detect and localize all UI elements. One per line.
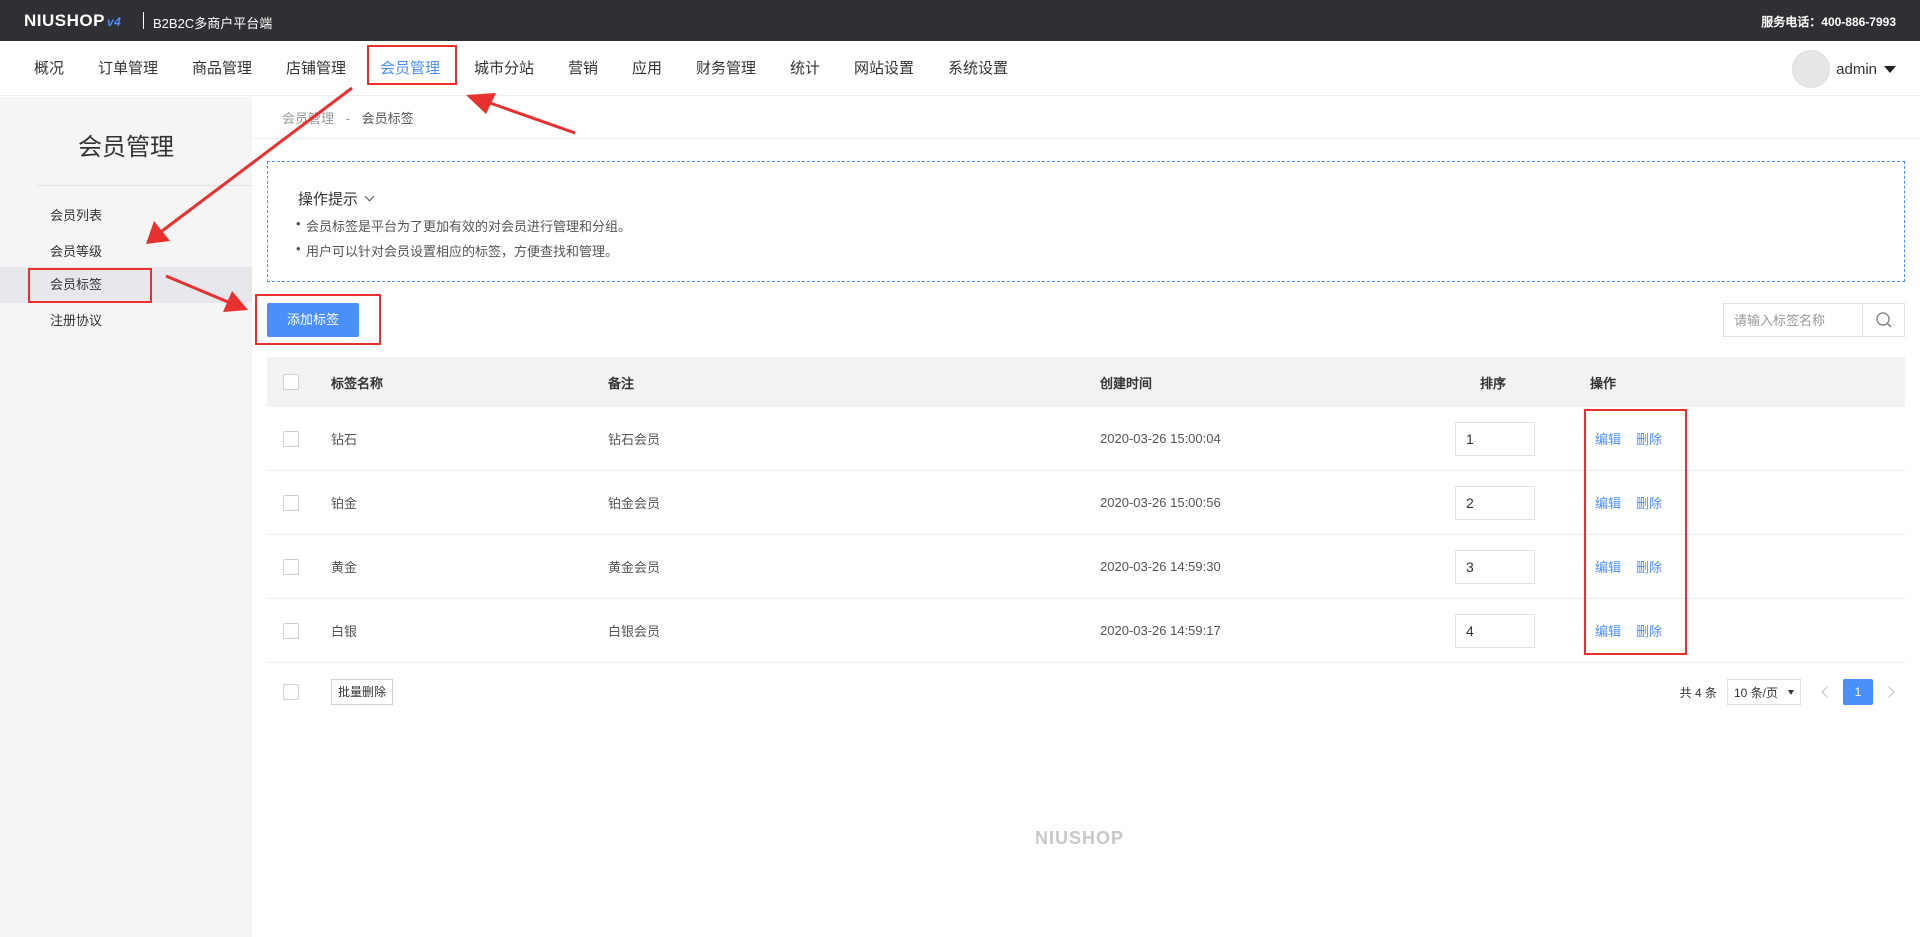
sidebar: 会员管理 会员列表 会员等级 会员标签 注册协议 xyxy=(0,97,252,937)
arrow-to-nav xyxy=(489,101,576,135)
breadcrumb-parent[interactable]: 会员管理 xyxy=(282,111,334,126)
tag-name: 白银 xyxy=(331,624,358,639)
platform-subtitle: B2B2C多商户平台端 xyxy=(153,16,273,31)
page-size-select[interactable]: 10 条/页 xyxy=(1727,679,1801,705)
nav-item-marketing[interactable]: 营销 xyxy=(568,41,598,96)
top-bar: NIUSHOP v4 B2B2C多商户平台端 服务电话：400-886-7993 xyxy=(0,0,1920,41)
batch-delete-button[interactable]: 批量删除 xyxy=(331,679,394,705)
logo-divider xyxy=(143,12,144,29)
annotation-box-operations xyxy=(1584,409,1687,655)
footer-select-all-checkbox[interactable] xyxy=(283,684,299,700)
sidebar-divider xyxy=(38,185,252,186)
nav-item-overview[interactable]: 概况 xyxy=(34,41,64,96)
sort-input[interactable] xyxy=(1455,549,1535,584)
sort-input[interactable] xyxy=(1455,485,1535,520)
row-checkbox[interactable] xyxy=(283,494,299,511)
avatar xyxy=(1792,50,1831,88)
tag-created: 2020-03-26 15:00:04 xyxy=(1100,431,1221,446)
total-count: 共 4 条 xyxy=(1679,685,1717,700)
sidebar-item-register-agreement[interactable]: 注册协议 xyxy=(0,303,252,339)
tag-created: 2020-03-26 14:59:17 xyxy=(1100,623,1221,638)
table-footer: 批量删除 共 4 条 10 条/页 1 xyxy=(267,675,1905,709)
header-created: 创建时间 xyxy=(1100,375,1153,391)
search-box xyxy=(1723,303,1905,337)
tips-panel: 操作提示 会员标签是平台为了更加有效的对会员进行管理和分组。 用户可以针对会员设… xyxy=(267,161,1905,282)
sidebar-title: 会员管理 xyxy=(78,134,174,161)
nav-item-city-sites[interactable]: 城市分站 xyxy=(474,41,534,96)
tag-remark: 钻石会员 xyxy=(608,432,661,447)
page-number[interactable]: 1 xyxy=(1843,679,1873,705)
tips-item: 用户可以针对会员设置相应的标签，方便查找和管理。 xyxy=(296,241,618,260)
user-name: admin xyxy=(1836,60,1877,78)
tag-remark: 铂金会员 xyxy=(608,496,661,511)
tag-remark: 黄金会员 xyxy=(608,560,661,575)
main-nav: 概况 订单管理 商品管理 店铺管理 会员管理 城市分站 营销 应用 财务管理 统… xyxy=(0,41,1920,96)
nav-item-apps[interactable]: 应用 xyxy=(632,41,662,96)
sidebar-item-member-level[interactable]: 会员等级 xyxy=(0,234,252,270)
nav-item-orders[interactable]: 订单管理 xyxy=(98,41,158,96)
select-all-checkbox[interactable] xyxy=(283,374,299,390)
tag-name: 钻石 xyxy=(331,432,358,447)
nav-item-finance[interactable]: 财务管理 xyxy=(696,41,756,96)
next-page-icon[interactable] xyxy=(1883,686,1895,698)
header-name: 标签名称 xyxy=(331,375,384,391)
search-icon xyxy=(1876,312,1892,328)
tips-title: 操作提示 xyxy=(298,191,359,208)
row-checkbox[interactable] xyxy=(283,622,299,639)
logo[interactable]: NIUSHOP v4 xyxy=(24,11,121,31)
arrow-head xyxy=(466,93,496,114)
footer-brand: NIUSHOP xyxy=(1035,828,1125,848)
annotation-box-nav xyxy=(367,45,457,85)
prev-page-icon[interactable] xyxy=(1821,686,1833,698)
breadcrumb-divider xyxy=(252,138,1920,139)
tag-created: 2020-03-26 15:00:56 xyxy=(1100,495,1221,510)
search-button[interactable] xyxy=(1862,304,1904,336)
header-ops: 操作 xyxy=(1590,375,1617,391)
nav-item-stats[interactable]: 统计 xyxy=(790,41,820,96)
breadcrumb-current: 会员标签 xyxy=(361,111,414,126)
annotation-box-sidebar xyxy=(28,268,152,303)
sidebar-item-member-list[interactable]: 会员列表 xyxy=(0,198,252,234)
chevron-down-icon xyxy=(364,191,375,202)
row-checkbox[interactable] xyxy=(283,558,299,575)
service-phone: 服务电话：400-886-7993 xyxy=(1761,15,1896,29)
tips-toggle[interactable]: 操作提示 xyxy=(298,188,375,209)
nav-item-site-settings[interactable]: 网站设置 xyxy=(854,41,914,96)
header-sort: 排序 xyxy=(1480,375,1507,391)
pagination: 共 4 条 10 条/页 1 xyxy=(1680,677,1905,707)
search-input[interactable] xyxy=(1724,304,1862,336)
tips-item: 会员标签是平台为了更加有效的对会员进行管理和分组。 xyxy=(296,216,631,235)
tag-name: 黄金 xyxy=(331,560,358,575)
dropdown-arrow-icon xyxy=(1788,689,1794,695)
caret-down-icon xyxy=(1884,65,1896,73)
breadcrumb: 会员管理 - 会员标签 xyxy=(282,108,414,127)
table-header: 标签名称 备注 创建时间 排序 操作 xyxy=(267,357,1905,407)
tag-created: 2020-03-26 14:59:30 xyxy=(1100,559,1221,574)
row-checkbox[interactable] xyxy=(283,430,299,447)
sort-input[interactable] xyxy=(1455,613,1535,648)
logo-version: v4 xyxy=(106,15,122,29)
annotation-box-add-button xyxy=(255,294,381,345)
user-menu[interactable]: admin xyxy=(1792,49,1896,89)
breadcrumb-separator: - xyxy=(345,111,350,126)
page-size-value: 10 条/页 xyxy=(1734,685,1779,700)
nav-item-shops[interactable]: 店铺管理 xyxy=(286,41,346,96)
tag-name: 铂金 xyxy=(331,496,358,511)
header-remark: 备注 xyxy=(608,375,635,391)
tag-remark: 白银会员 xyxy=(608,624,661,639)
nav-item-system-settings[interactable]: 系统设置 xyxy=(948,41,1008,96)
sort-input[interactable] xyxy=(1455,421,1535,456)
nav-item-goods[interactable]: 商品管理 xyxy=(192,41,252,96)
